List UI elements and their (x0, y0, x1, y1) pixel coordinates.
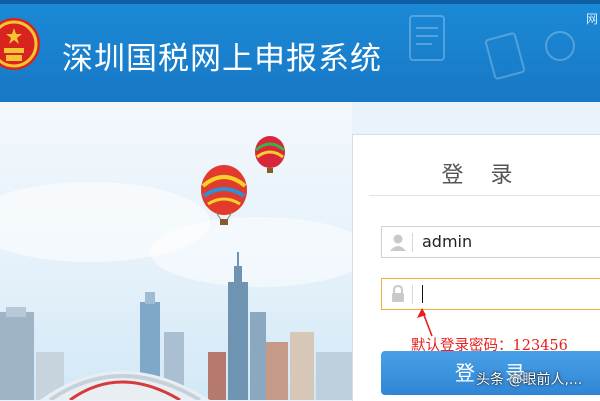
username-separator (412, 233, 413, 252)
hot-air-balloon-small (255, 136, 285, 173)
watermark-text: 头条 @眼前人,... (476, 372, 583, 388)
national-emblem-icon (0, 18, 40, 70)
header-top-line (0, 0, 600, 4)
header-decoration (409, 15, 575, 80)
header-corner-text: 网 (585, 12, 598, 26)
login-title: 登 录 (441, 163, 523, 188)
user-icon (390, 234, 406, 251)
username-input[interactable] (422, 232, 600, 251)
password-input[interactable] (422, 284, 600, 303)
annotation-arrow-icon (417, 308, 433, 337)
lock-icon (392, 284, 404, 302)
header-bar: 深圳国税网上申报系统 网 (0, 0, 600, 102)
title-divider (369, 195, 600, 196)
username-field[interactable] (381, 226, 600, 258)
login-panel: 登 录 默认登录密码：123456 登 录 (352, 134, 600, 401)
system-title: 深圳国税网上申报系统 (62, 41, 382, 77)
stadium-arch (40, 371, 210, 400)
city-skyline-illustration (0, 136, 352, 400)
background-scene (0, 102, 352, 400)
